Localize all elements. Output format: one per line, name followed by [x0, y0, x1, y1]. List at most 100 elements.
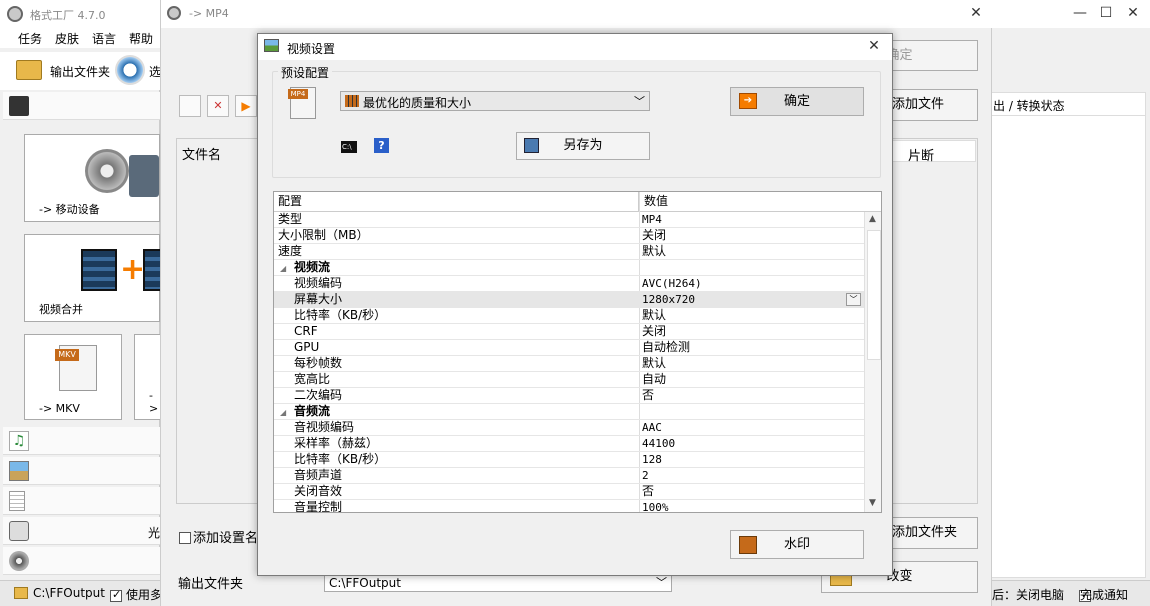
close-icon[interactable]: ✕ — [966, 5, 986, 21]
tile-video-merge[interactable]: + 视频合并 — [24, 234, 161, 322]
settings-grid: 配置 数值 类型 MP4 大小限制（MB） 关闭 速度 默认 ◢ 视频流 视频编码 AVC(H26… — [273, 191, 882, 513]
setting-value[interactable]: 100% — [642, 500, 669, 512]
add-setting-name-checkbox[interactable] — [179, 531, 191, 544]
settings-row[interactable]: GPU 自动检测 — [274, 340, 864, 356]
setting-value[interactable]: 1280x720 — [642, 292, 695, 307]
output-folder-button[interactable]: 输出文件夹 — [14, 56, 114, 82]
category-video[interactable] — [3, 92, 160, 120]
preset-value: 最优化的质量和大小 — [363, 96, 472, 110]
left-function-panel: -> 移动设备 + 视频合并 MKV -> MKV -> ♫ 光 — [0, 90, 161, 575]
settings-row[interactable]: 类型 MP4 — [274, 212, 864, 228]
setting-value[interactable]: 默认 — [642, 244, 666, 259]
setting-value[interactable]: 否 — [642, 484, 654, 499]
setting-value[interactable]: 否 — [642, 388, 654, 403]
dropdown-arrow-icon[interactable]: ﹀ — [846, 293, 861, 306]
play-icon[interactable]: ▶ — [235, 95, 257, 117]
film-reel-icon — [9, 551, 29, 571]
menu-skin[interactable]: 皮肤 — [55, 30, 79, 47]
output-folder-value: C:\FFOutput — [329, 576, 401, 590]
setting-key: 采样率（赫兹） — [294, 436, 379, 450]
output-path[interactable]: C:\FFOutput — [33, 586, 105, 600]
remove-icon[interactable] — [179, 95, 201, 117]
tile-mobile-device[interactable]: -> 移动设备 — [24, 134, 160, 222]
setting-value[interactable]: 关闭 — [642, 228, 666, 243]
settings-row[interactable]: 速度 默认 — [274, 244, 864, 260]
category-optical[interactable]: 光 — [3, 517, 160, 545]
scroll-down-icon[interactable]: ▼ — [869, 498, 876, 508]
settings-row[interactable]: 二次编码 否 — [274, 388, 864, 404]
setting-value[interactable]: 2 — [642, 468, 649, 483]
dialog-ok-button[interactable]: ➔ 确定 — [730, 87, 864, 116]
scrollbar-thumb[interactable] — [867, 230, 881, 360]
mkv-badge: MKV — [55, 349, 79, 361]
watermark-icon — [739, 536, 757, 554]
options-gear-icon[interactable] — [115, 55, 145, 85]
menu-help[interactable]: 帮助 — [129, 30, 153, 47]
close-icon[interactable]: ✕ — [1123, 5, 1143, 21]
setting-value[interactable]: 关闭 — [642, 324, 666, 339]
category-document[interactable] — [3, 487, 160, 515]
film-icon — [9, 96, 29, 116]
tile-mkv[interactable]: MKV -> MKV — [24, 334, 122, 420]
settings-row[interactable]: 比特率（KB/秒） 128 — [274, 452, 864, 468]
menu-task[interactable]: 任务 — [18, 30, 42, 47]
setting-value[interactable]: 自动检测 — [642, 340, 690, 355]
music-note-icon: ♫ — [9, 431, 29, 451]
scroll-up-icon[interactable]: ▲ — [869, 214, 876, 224]
close-icon[interactable]: ✕ — [864, 38, 884, 54]
setting-key: GPU — [294, 340, 320, 354]
column-filename: 文件名 — [182, 148, 222, 163]
settings-row[interactable]: 音频声道 2 — [274, 468, 864, 484]
category-tools[interactable] — [3, 547, 160, 575]
setting-value[interactable]: 默认 — [642, 356, 666, 371]
settings-row[interactable]: 大小限制（MB） 关闭 — [274, 228, 864, 244]
settings-row[interactable]: 屏幕大小 1280x720 ﹀ — [274, 292, 864, 308]
setting-key: 视频流 — [294, 260, 331, 274]
tile-partial[interactable]: -> — [134, 334, 160, 420]
setting-value[interactable]: 128 — [642, 452, 662, 467]
menu-language[interactable]: 语言 — [92, 30, 116, 47]
settings-row[interactable]: 采样率（赫兹） 44100 — [274, 436, 864, 452]
settings-row[interactable]: 音量控制 100% — [274, 500, 864, 512]
menu-bar: 任务 皮肤 语言 帮助 — [0, 28, 160, 48]
film-icon — [345, 95, 359, 107]
tile-label: -> 移动设备 — [39, 203, 100, 216]
add-setting-name-label: 添加设置名称 — [193, 531, 259, 546]
main-toolbar: 输出文件夹 选 — [0, 52, 161, 90]
save-as-button[interactable]: 另存为 — [516, 132, 650, 160]
setting-value[interactable]: MP4 — [642, 212, 662, 227]
setting-value[interactable]: AVC(H264) — [642, 276, 702, 291]
command-line-icon[interactable]: C:\ — [341, 141, 357, 153]
use-multi-thread-checkbox[interactable] — [110, 588, 122, 602]
after-finish-label: 后：关闭电脑 — [992, 588, 1065, 602]
save-as-label: 另存为 — [563, 138, 603, 153]
help-icon[interactable]: ? — [374, 138, 389, 153]
collapse-icon[interactable]: ◢ — [280, 405, 286, 420]
setting-value[interactable]: 自动 — [642, 372, 666, 387]
settings-group-row[interactable]: ◢ 视频流 — [274, 260, 864, 276]
setting-key: CRF — [294, 324, 318, 338]
category-audio[interactable]: ♫ — [3, 427, 160, 455]
setting-value[interactable]: 44100 — [642, 436, 675, 451]
setting-value[interactable]: AAC — [642, 420, 662, 435]
minimize-icon[interactable]: — — [1070, 5, 1090, 21]
collapse-icon[interactable]: ◢ — [280, 261, 286, 276]
settings-row[interactable]: CRF 关闭 — [274, 324, 864, 340]
watermark-button[interactable]: 水印 — [730, 530, 864, 559]
preset-select[interactable]: 最优化的质量和大小 ﹀ — [340, 91, 650, 111]
maximize-icon[interactable]: ☐ — [1096, 5, 1116, 21]
settings-row[interactable]: 每秒帧数 默认 — [274, 356, 864, 372]
settings-row[interactable]: 比特率（KB/秒） 默认 — [274, 308, 864, 324]
settings-row[interactable]: 关闭音效 否 — [274, 484, 864, 500]
settings-row[interactable]: 宽高比 自动 — [274, 372, 864, 388]
column-clip: 片断 — [908, 149, 935, 164]
delete-icon[interactable]: ✕ — [207, 95, 229, 117]
category-picture[interactable] — [3, 457, 160, 485]
settings-row[interactable]: 视频编码 AVC(H264) — [274, 276, 864, 292]
settings-row[interactable]: 音视频编码 AAC — [274, 420, 864, 436]
setting-value[interactable]: 默认 — [642, 308, 666, 323]
settings-group-row[interactable]: ◢ 音频流 — [274, 404, 864, 420]
grid-header-value-label: 数值 — [644, 194, 669, 208]
grid-scrollbar[interactable]: ▲ ▼ — [864, 212, 881, 512]
picture-icon — [9, 461, 29, 481]
